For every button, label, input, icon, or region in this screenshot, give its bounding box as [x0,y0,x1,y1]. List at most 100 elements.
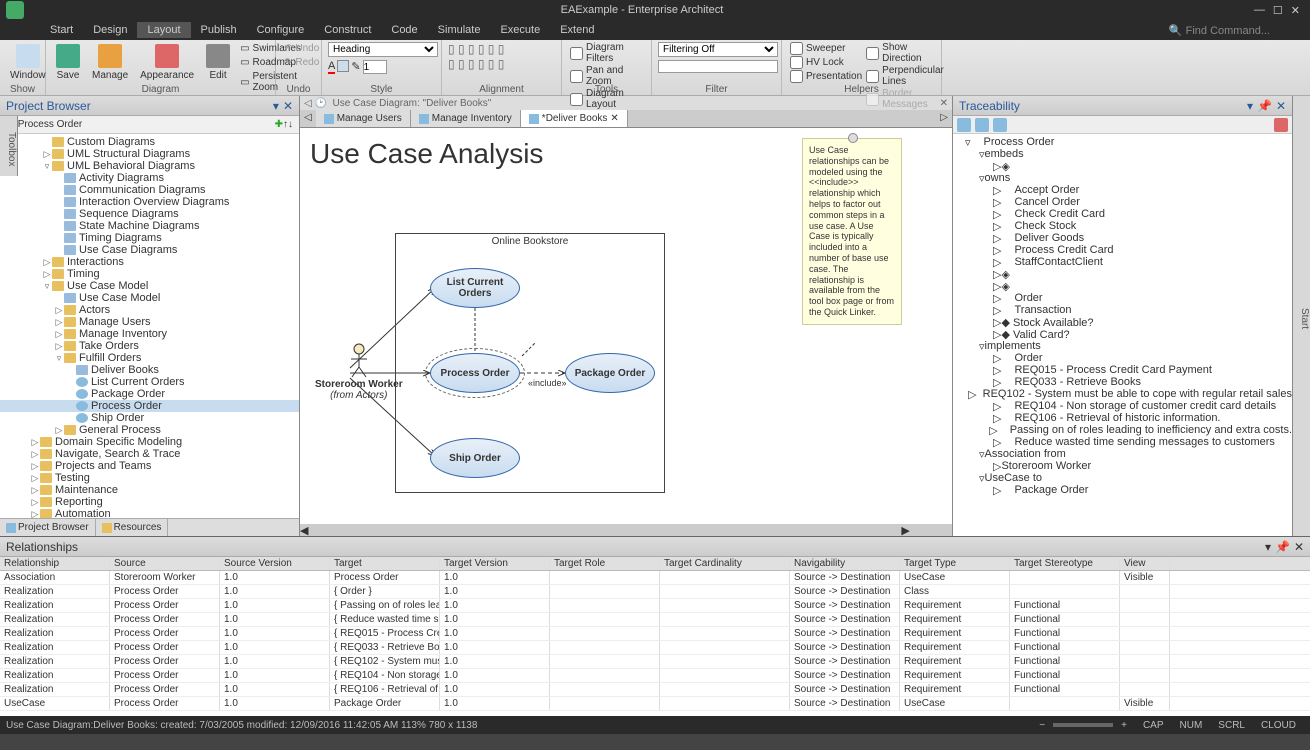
rel-col-header[interactable]: Source [110,557,220,570]
menu-execute[interactable]: Execute [490,22,550,38]
tree-item[interactable]: List Current Orders [0,376,299,388]
maximize-button[interactable]: ☐ [1273,4,1283,17]
trace-item[interactable]: ▿embeds [953,148,1292,160]
zoom-out-icon[interactable]: − [1031,720,1053,731]
tree-item[interactable]: ▷Take Orders [0,340,299,352]
trace-item[interactable]: ▷Check Credit Card [953,208,1292,220]
tree-item[interactable]: ▷Manage Users [0,316,299,328]
panel-menu-icon[interactable]: ▾ [273,99,279,113]
tree-item[interactable]: ▷Maintenance [0,484,299,496]
history-icon[interactable]: 🕑 [314,98,326,109]
tab-close-icon[interactable]: ✕ [610,113,618,124]
trace-item[interactable]: ▷REQ102 - System must be able to cope wi… [953,388,1292,400]
tree-item[interactable]: Use Case Diagrams [0,244,299,256]
rel-col-header[interactable]: Target Stereotype [1010,557,1120,570]
trace-tool-icon[interactable] [957,118,971,132]
font-color-button[interactable]: A [328,60,335,74]
usecase-process-order[interactable]: Process Order [430,353,520,393]
next-tab-icon[interactable]: ▷ [936,110,952,127]
relationships-grid[interactable]: RelationshipSourceSource VersionTargetTa… [0,557,1310,716]
line-color-button[interactable]: ✎ [351,60,360,74]
tree-item[interactable]: ▿Use Case Model [0,280,299,292]
breadcrumb[interactable]: Process Order [18,119,82,130]
menu-layout[interactable]: Layout [137,22,190,38]
trace-item[interactable]: ▷Deliver Goods [953,232,1292,244]
trace-item[interactable]: ▷Accept Order [953,184,1292,196]
doc-tab[interactable]: Manage Users [316,110,411,127]
tree-item[interactable]: ▷Projects and Teams [0,460,299,472]
trace-item[interactable]: ▿Association from [953,448,1292,460]
undo-button[interactable]: ↶ Undo [282,42,315,55]
rel-col-header[interactable]: Target Type [900,557,1010,570]
trace-item[interactable]: ▷REQ015 - Process Credit Card Payment [953,364,1292,376]
filter-input[interactable] [658,60,778,73]
rel-row[interactable]: RealizationProcess Order1.0{ REQ015 - Pr… [0,627,1310,641]
trace-item[interactable]: ▷REQ104 - Non storage of customer credit… [953,400,1292,412]
window-button[interactable]: Window [6,42,50,83]
rel-col-header[interactable]: Target Role [550,557,660,570]
down-icon[interactable]: ↓ [288,119,293,130]
menu-design[interactable]: Design [83,22,137,38]
rel-row[interactable]: RealizationProcess Order1.0{ REQ106 - Re… [0,683,1310,697]
tree-item[interactable]: ▷Interactions [0,256,299,268]
menu-publish[interactable]: Publish [191,22,247,38]
rel-row[interactable]: UseCaseProcess Order1.0Package Order1.0S… [0,697,1310,711]
usecase-list-orders[interactable]: List Current Orders [430,268,520,308]
zoom-in-icon[interactable]: + [1113,720,1135,731]
tree-item[interactable]: State Machine Diagrams [0,220,299,232]
trace-refresh-icon[interactable] [1274,118,1288,132]
menu-simulate[interactable]: Simulate [428,22,491,38]
usecase-package-order[interactable]: Package Order [565,353,655,393]
presentation-check[interactable]: Presentation [788,70,864,83]
prev-tab-icon[interactable]: ◁ [300,110,316,127]
trace-item[interactable]: ▷◆ Valid Card? [953,328,1292,340]
tree-item[interactable]: ▷General Process [0,424,299,436]
menu-code[interactable]: Code [381,22,427,38]
trace-item[interactable]: ▷Check Stock [953,220,1292,232]
toolbox-tab[interactable]: Toolbox [0,116,18,176]
menu-extend[interactable]: Extend [550,22,604,38]
menu-configure[interactable]: Configure [247,22,315,38]
doc-tab[interactable]: *Deliver Books ✕ [521,110,628,127]
rel-row[interactable]: AssociationStoreroom Worker1.0Process Or… [0,571,1310,585]
hv-lock-check[interactable]: HV Lock [788,56,864,69]
trace-menu-icon[interactable]: ▾ [1247,99,1253,113]
rel-col-header[interactable]: Target Version [440,557,550,570]
tree-item[interactable]: Package Order [0,388,299,400]
trace-tool-icon[interactable] [975,118,989,132]
redo-button[interactable]: ↷ Redo [282,56,315,69]
trace-item[interactable]: ▷Passing on of roles leading to ineffici… [953,424,1292,436]
appearance-button[interactable]: Appearance [136,42,198,83]
find-command[interactable]: 🔍 Find Command... [1169,24,1270,37]
rel-row[interactable]: RealizationProcess Order1.0{ REQ102 - Sy… [0,655,1310,669]
trace-item[interactable]: ▷◈ [953,268,1292,280]
rel-pin-icon[interactable]: 📌 [1275,540,1290,554]
trace-item[interactable]: ▿owns [953,172,1292,184]
trace-item[interactable]: ▷Process Credit Card [953,244,1292,256]
trace-item[interactable]: ▿Process Order [953,136,1292,148]
rel-row[interactable]: RealizationProcess Order1.0{ REQ033 - Re… [0,641,1310,655]
tree-item[interactable]: Deliver Books [0,364,299,376]
trace-item[interactable]: ▷Order [953,292,1292,304]
tree-item[interactable]: ▿UML Behavioral Diagrams [0,160,299,172]
project-tree[interactable]: Custom Diagrams▷UML Structural Diagrams▿… [0,134,299,518]
pb-tab[interactable]: Resources [96,519,169,536]
trace-item[interactable]: ▷◈ [953,280,1292,292]
trace-item[interactable]: ▷◆ Stock Available? [953,316,1292,328]
actor-storeroom-worker[interactable]: Storeroom Worker (from Actors) [315,343,403,401]
tree-item[interactable]: ▷Automation [0,508,299,518]
traceability-tree[interactable]: ▿Process Order▿embeds ▷◈ ▿owns▷Accept Orde… [953,134,1292,536]
horizontal-scrollbar[interactable]: ◀ ▶ [300,524,952,536]
trace-tool-icon[interactable] [993,118,1007,132]
menu-start[interactable]: Start [40,22,83,38]
line-width-input[interactable] [363,60,387,74]
rel-col-header[interactable]: Relationship [0,557,110,570]
trace-pin-icon[interactable]: 📌 [1257,99,1272,113]
tree-item[interactable]: Custom Diagrams [0,136,299,148]
rel-row[interactable]: RealizationProcess Order1.0{ Passing on … [0,599,1310,613]
tree-item[interactable]: Ship Order [0,412,299,424]
rel-col-header[interactable]: Target Cardinality [660,557,790,570]
sweeper-check[interactable]: Sweeper [788,42,864,55]
tree-item[interactable]: Activity Diagrams [0,172,299,184]
filter-select[interactable]: Filtering Off [658,42,778,57]
